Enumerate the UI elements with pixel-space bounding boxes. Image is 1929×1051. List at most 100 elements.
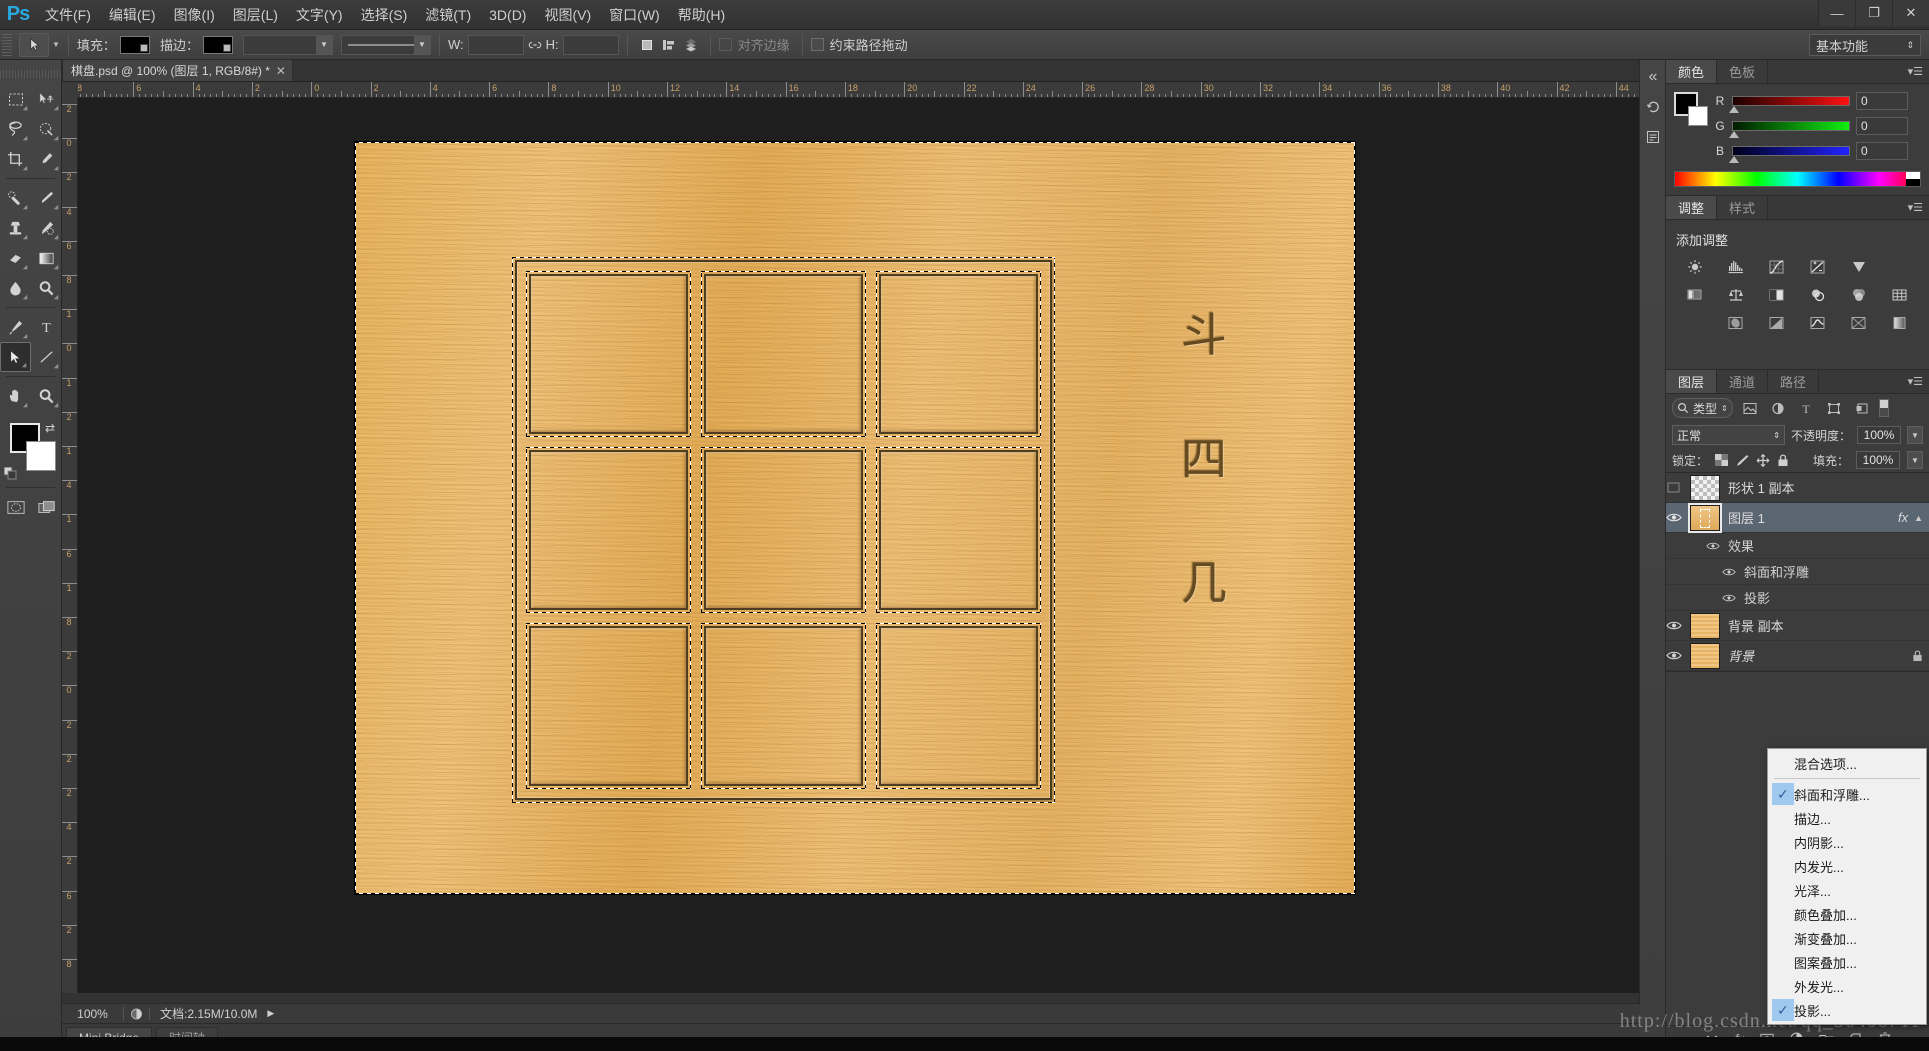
chevron-down-icon[interactable]: ▼	[315, 35, 332, 54]
layer-effect-item[interactable]: 投影	[1666, 585, 1929, 611]
brightness-contrast-icon[interactable]	[1684, 257, 1706, 277]
posterize-icon[interactable]	[1766, 313, 1788, 333]
board-cell[interactable]	[526, 271, 691, 437]
hand-tool[interactable]	[0, 381, 31, 411]
tab-color[interactable]: 颜色	[1666, 60, 1718, 83]
expand-dock-icon[interactable]: «	[1640, 64, 1666, 90]
menu-file[interactable]: 文件(F)	[36, 0, 100, 30]
g-slider[interactable]	[1729, 121, 1850, 138]
levels-icon[interactable]	[1725, 257, 1747, 277]
width-input[interactable]	[467, 34, 524, 55]
selective-color-icon[interactable]	[1889, 313, 1911, 333]
layer-thumbnail[interactable]	[1690, 474, 1720, 501]
layer-filter-select[interactable]: 类型 ⇕	[1672, 398, 1733, 418]
black-white-icon[interactable]	[1766, 285, 1788, 305]
g-value[interactable]: 0	[1856, 117, 1908, 135]
menu-window[interactable]: 窗口(W)	[600, 0, 669, 30]
r-slider[interactable]	[1729, 96, 1850, 113]
artboard-wood-background[interactable]: 斗 四 几	[355, 142, 1355, 894]
background-color-swatch[interactable]	[26, 441, 56, 471]
quick-mask-icon[interactable]	[0, 492, 31, 522]
menu-item-inner-glow[interactable]: 内发光...	[1768, 854, 1926, 878]
color-spectrum-ramp[interactable]	[1674, 171, 1921, 187]
tab-layers[interactable]: 图层	[1666, 370, 1718, 393]
history-panel-icon[interactable]	[1640, 94, 1666, 120]
minimize-button[interactable]: —	[1818, 0, 1855, 26]
layer-visibility-toggle[interactable]	[1666, 512, 1690, 523]
menu-image[interactable]: 图像(I)	[165, 0, 224, 30]
shape-filter-icon[interactable]	[1823, 398, 1845, 418]
lock-all-icon[interactable]	[1777, 453, 1789, 467]
blur-tool[interactable]	[0, 273, 31, 303]
board-cell[interactable]	[876, 271, 1041, 437]
exposure-icon[interactable]	[1807, 257, 1829, 277]
clone-stamp-tool[interactable]	[0, 213, 31, 243]
stroke-width-combo[interactable]: ▼	[242, 34, 333, 55]
menu-3d[interactable]: 3D(D)	[480, 0, 535, 30]
close-button[interactable]: ✕	[1892, 0, 1929, 26]
align-edges-checkbox[interactable]	[718, 38, 732, 51]
properties-panel-icon[interactable]	[1640, 124, 1666, 150]
color-lookup-icon[interactable]	[1889, 285, 1911, 305]
r-slider-thumb[interactable]	[1729, 106, 1739, 113]
spot-healing-brush-tool[interactable]	[0, 183, 31, 213]
chevron-updown-icon[interactable]: ⇕	[1721, 404, 1728, 413]
menu-item-pattern-overlay[interactable]: 图案叠加...	[1768, 950, 1926, 974]
layer-effect-item[interactable]: 斜面和浮雕	[1666, 559, 1929, 585]
panel-menu-icon[interactable]: ▾☰	[1908, 201, 1923, 214]
pen-tool[interactable]	[0, 312, 31, 342]
vibrance-icon[interactable]	[1848, 257, 1870, 277]
layer-effects-group[interactable]: 效果	[1666, 533, 1929, 559]
path-alignment-icon[interactable]	[658, 34, 680, 56]
path-arrangement-icon[interactable]	[680, 34, 702, 56]
lasso-tool[interactable]	[0, 114, 31, 144]
menu-item-satin[interactable]: 光泽...	[1768, 878, 1926, 902]
fill-dropdown-icon[interactable]: ▼	[1907, 451, 1923, 469]
workspace-selector[interactable]: 基本功能 ⇕	[1809, 34, 1921, 56]
chevron-down-icon[interactable]: ▼	[413, 35, 430, 54]
status-expand-arrow[interactable]: ▶	[267, 1008, 274, 1019]
menu-edit[interactable]: 编辑(E)	[100, 0, 165, 30]
photo-filter-icon[interactable]	[1807, 285, 1829, 305]
maximize-button[interactable]: ❐	[1855, 0, 1892, 26]
tab-swatches[interactable]: 色板	[1717, 60, 1769, 83]
lock-position-icon[interactable]	[1756, 453, 1770, 467]
gradient-tool[interactable]	[31, 243, 62, 273]
table-row[interactable]: 背景 副本	[1666, 611, 1929, 641]
tab-adjustments[interactable]: 调整	[1666, 196, 1718, 219]
menu-view[interactable]: 视图(V)	[535, 0, 600, 30]
chevron-updown-icon[interactable]: ⇕	[1773, 431, 1780, 440]
default-colors-icon[interactable]	[4, 467, 18, 481]
board-cell[interactable]	[526, 623, 691, 789]
menu-help[interactable]: 帮助(H)	[669, 0, 734, 30]
menu-item-outer-glow[interactable]: 外发光...	[1768, 974, 1926, 998]
horizontal-ruler[interactable]: 8 6 4 2 0 2 4 6 8 10 12 14 16 18 20 22 24 26 28 30 32 34 36 38 4…	[62, 82, 1640, 98]
channel-mixer-icon[interactable]	[1848, 285, 1870, 305]
fill-value[interactable]: 100%	[1856, 451, 1900, 469]
adjustment-filter-icon[interactable]	[1767, 398, 1789, 418]
chain-link-icon[interactable]	[524, 34, 546, 56]
layer-thumbnail[interactable]	[1688, 502, 1722, 533]
close-icon[interactable]: ✕	[276, 64, 286, 78]
type-filter-icon[interactable]: T	[1795, 398, 1817, 418]
screen-mode-icon[interactable]	[31, 492, 62, 522]
menu-filter[interactable]: 滤镜(T)	[416, 0, 480, 30]
b-slider-thumb[interactable]	[1729, 156, 1739, 163]
invert-icon[interactable]	[1725, 313, 1747, 333]
board-cell[interactable]	[526, 447, 691, 613]
marquee-tool[interactable]	[0, 84, 31, 114]
menu-item-gradient-overlay[interactable]: 渐变叠加...	[1768, 926, 1926, 950]
pixel-filter-icon[interactable]	[1739, 398, 1761, 418]
canvas-area[interactable]: 斗 四 几	[78, 98, 1640, 993]
tab-paths[interactable]: 路径	[1768, 370, 1820, 393]
smartobject-filter-icon[interactable]	[1851, 398, 1873, 418]
move-tool[interactable]	[31, 84, 62, 114]
eye-icon[interactable]	[1722, 567, 1736, 577]
curves-icon[interactable]	[1766, 257, 1788, 277]
filter-toggle-switch[interactable]	[1878, 399, 1889, 417]
lock-image-icon[interactable]	[1735, 454, 1749, 467]
path-operations-icon[interactable]	[636, 34, 658, 56]
swap-colors-icon[interactable]: ⇄	[45, 421, 55, 435]
menu-layer[interactable]: 图层(L)	[224, 0, 287, 30]
tab-channels[interactable]: 通道	[1717, 370, 1769, 393]
